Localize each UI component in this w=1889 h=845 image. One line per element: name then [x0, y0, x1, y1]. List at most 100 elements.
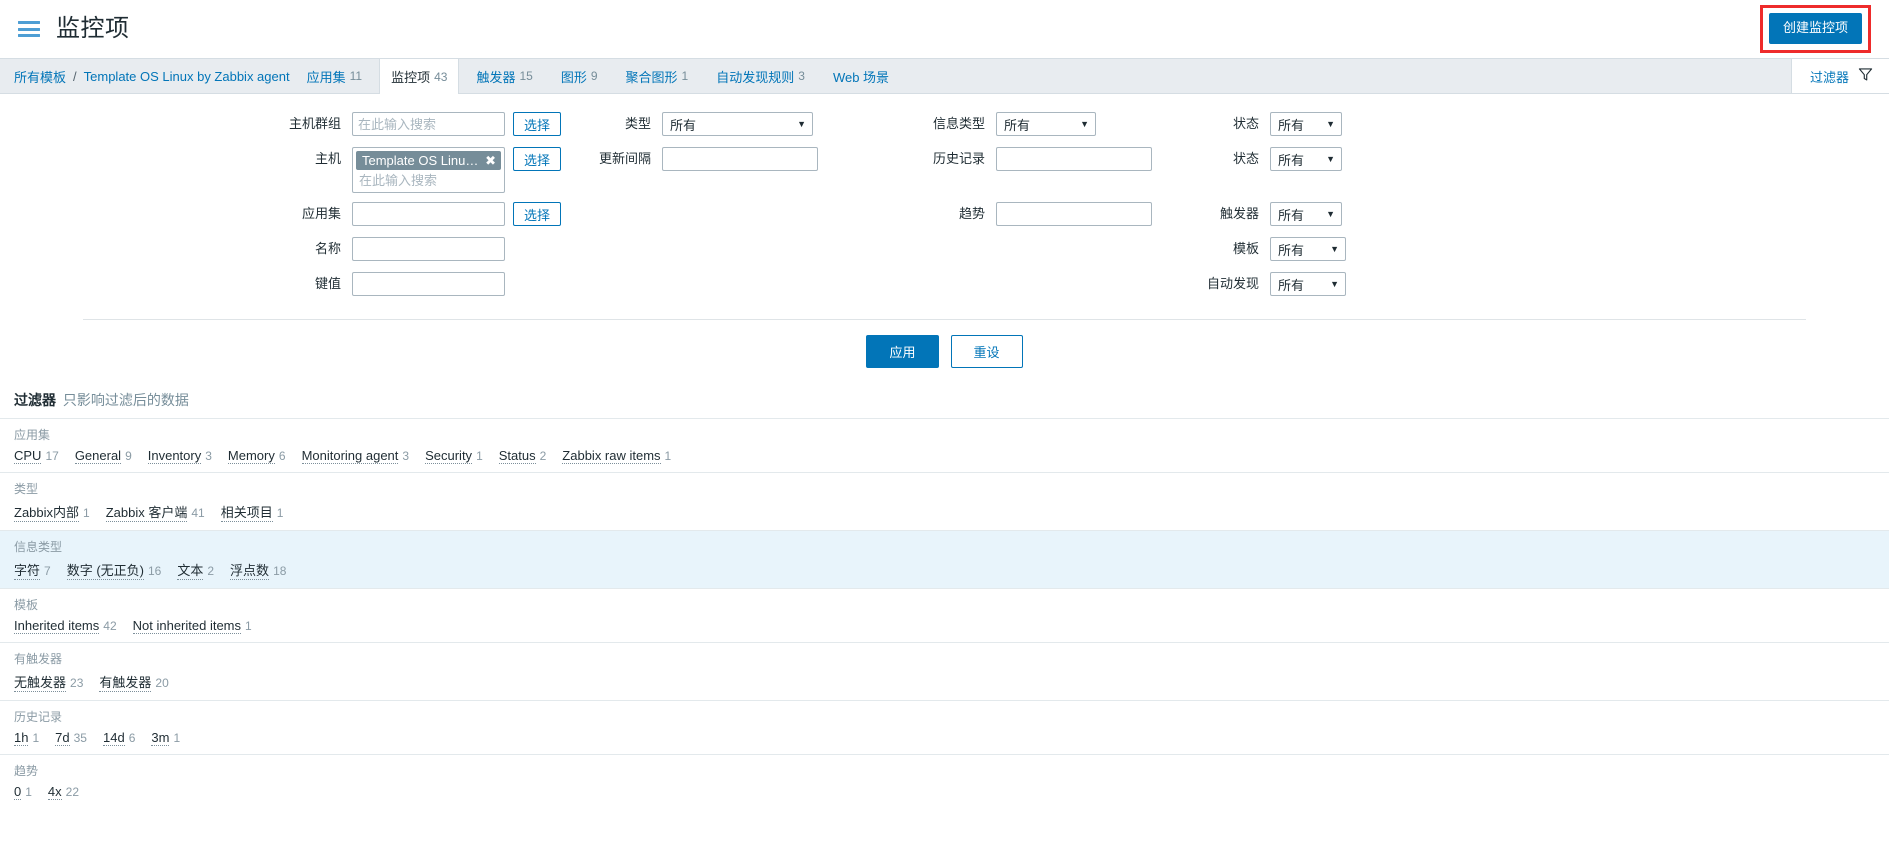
subfilter-count: 22: [65, 785, 80, 799]
subfilter-link[interactable]: 文本: [177, 560, 204, 580]
subfilter-item: 数字 (无正负) 16: [66, 560, 162, 580]
trigger-select[interactable]: 所有 ▼: [1270, 202, 1342, 226]
app-set-select-button[interactable]: 选择: [513, 202, 562, 226]
name-input[interactable]: [352, 237, 505, 261]
template-select[interactable]: 所有 ▼: [1270, 237, 1346, 261]
subfilter-item: Inventory 3: [147, 448, 212, 464]
trend-field-wrap: [996, 202, 1166, 237]
filter-tab[interactable]: 过滤器: [1790, 59, 1889, 93]
discovery-field-wrap: 所有 ▼: [1270, 272, 1346, 307]
subfilter-link[interactable]: 1h: [14, 730, 29, 746]
history-label: 历史记录: [932, 151, 985, 166]
subfilter-link[interactable]: 0: [14, 784, 22, 800]
subfilter-count: 1: [245, 619, 252, 633]
tab-count: 9: [590, 69, 598, 83]
tab-count: 43: [434, 69, 448, 84]
subfilter-link[interactable]: Inherited items: [14, 618, 100, 634]
subfilter-link[interactable]: 4x: [47, 784, 62, 800]
tab-triggers[interactable]: 触发器 15: [465, 59, 543, 93]
host-chip-label: Template OS Linux ...: [362, 153, 480, 168]
subfilter-link[interactable]: Zabbix raw items: [562, 448, 661, 464]
subfilter-link[interactable]: Security: [425, 448, 473, 464]
discovery-select[interactable]: 所有 ▼: [1270, 272, 1346, 296]
subfilter-group: 类型 Zabbix内部 1 Zabbix 客户端 41 相关项目 1: [0, 472, 1889, 530]
subfilter-link[interactable]: Zabbix 客户端: [105, 502, 188, 522]
subfilter-group: 应用集 CPU 17 General 9 Inventory 3 Memory 6 Monitor…: [0, 418, 1889, 472]
trend-input[interactable]: [996, 202, 1152, 226]
subfilter-group-title: 有触发器: [14, 652, 63, 666]
update-interval-input[interactable]: [662, 147, 818, 171]
name-field-wrap: [352, 237, 562, 272]
subfilter-link[interactable]: 浮点数: [230, 560, 270, 580]
state-select[interactable]: 所有 ▼: [1270, 112, 1342, 136]
history-input[interactable]: [996, 147, 1152, 171]
subfilter-link[interactable]: 相关项目: [220, 502, 273, 522]
subfilter-count: 16: [147, 564, 162, 578]
subfilter-link[interactable]: 3m: [151, 730, 170, 746]
hamburger-icon[interactable]: [18, 21, 40, 37]
subfilter-link[interactable]: 7d: [55, 730, 70, 746]
tab-count: 3: [798, 69, 805, 83]
type-select-value: 所有: [670, 117, 697, 133]
tab-screens[interactable]: 聚合图形 1: [615, 59, 700, 93]
subfilter-count: 1: [173, 731, 181, 745]
subfilter-section: 过滤器 只影响过滤后的数据 应用集 CPU 17 General 9 Inventory 3…: [0, 382, 1889, 808]
subfilter-item: 1h 1: [14, 730, 39, 746]
status-select[interactable]: 所有 ▼: [1270, 147, 1342, 171]
breadcrumb-all-templates[interactable]: 所有模板: [14, 67, 66, 86]
subfilter-link[interactable]: 数字 (无正负): [66, 560, 144, 580]
header-actions: 创建监控项: [1759, 5, 1871, 53]
key-field-wrap: [352, 272, 562, 307]
tab-items[interactable]: 监控项 43: [379, 59, 460, 94]
subfilter-link-list: 无触发器 23 有触发器 20: [14, 672, 1875, 692]
subfilter-item: Zabbix 客户端 41: [105, 502, 205, 522]
reset-button[interactable]: 重设: [950, 335, 1023, 368]
tab-web-scenarios[interactable]: Web 场景: [822, 59, 904, 93]
host-search-input[interactable]: [356, 172, 501, 190]
app-set-field-wrap: 选择: [352, 202, 562, 237]
subfilter-link[interactable]: Status: [498, 448, 536, 464]
subfilter-link[interactable]: CPU: [14, 448, 42, 464]
tab-applications[interactable]: 应用集 11: [296, 59, 373, 93]
subfilter-count: 23: [70, 676, 84, 690]
update-interval-label: 更新间隔: [598, 151, 651, 166]
subfilter-group-title: 趋势: [14, 764, 39, 778]
subfilter-link[interactable]: General: [74, 448, 122, 464]
subfilter-count: 6: [278, 449, 286, 463]
type-select[interactable]: 所有 ▼: [662, 112, 813, 136]
host-group-input[interactable]: [352, 112, 505, 136]
app-set-input[interactable]: [352, 202, 505, 226]
subfilter-link[interactable]: Zabbix内部: [14, 502, 80, 522]
subfilter-link-list: 字符 7 数字 (无正负) 16 文本 2 浮点数 18: [14, 560, 1875, 580]
apply-button[interactable]: 应用: [866, 335, 939, 368]
tab-graphs[interactable]: 图形 9: [550, 59, 609, 93]
subfilter-groups: 应用集 CPU 17 General 9 Inventory 3 Memory 6 Monitor…: [0, 418, 1889, 808]
filter-form: 主机群组 选择 类型 所有 ▼ 信息类型 所有 ▼ 状态: [0, 94, 1889, 382]
subfilter-link[interactable]: 无触发器: [14, 672, 67, 692]
subfilter-count: 3: [205, 449, 212, 463]
subfilter-heading: 过滤器 只影响过滤后的数据: [0, 382, 1889, 418]
key-input[interactable]: [352, 272, 505, 296]
create-item-button[interactable]: 创建监控项: [1768, 13, 1862, 44]
host-multiselect[interactable]: Template OS Linux ... ✖: [352, 147, 505, 193]
subfilter-link[interactable]: Memory: [227, 448, 275, 464]
subfilter-item: Inherited items 42: [14, 618, 117, 634]
host-label: 主机: [314, 151, 341, 166]
subfilter-group-title: 类型: [14, 482, 39, 496]
chevron-down-icon: ▼: [1326, 209, 1335, 219]
subfilter-link[interactable]: 有触发器: [99, 672, 152, 692]
subfilter-link[interactable]: Monitoring agent: [301, 448, 399, 464]
info-type-select[interactable]: 所有 ▼: [996, 112, 1096, 136]
breadcrumb-template-name[interactable]: Template OS Linux by Zabbix agent: [84, 69, 290, 84]
host-group-select-button[interactable]: 选择: [513, 112, 562, 136]
tab-discovery-rules[interactable]: 自动发现规则 3: [705, 59, 816, 93]
tab-label: 监控项: [391, 70, 431, 85]
subfilter-item: CPU 17: [14, 448, 59, 464]
subfilter-link[interactable]: Inventory: [147, 448, 202, 464]
close-icon[interactable]: ✖: [485, 154, 496, 167]
subfilter-item: General 9: [74, 448, 132, 464]
subfilter-link[interactable]: 字符: [14, 560, 41, 580]
subfilter-link[interactable]: 14d: [102, 730, 125, 746]
subfilter-link[interactable]: Not inherited items: [132, 618, 242, 634]
host-select-button[interactable]: 选择: [513, 147, 562, 171]
